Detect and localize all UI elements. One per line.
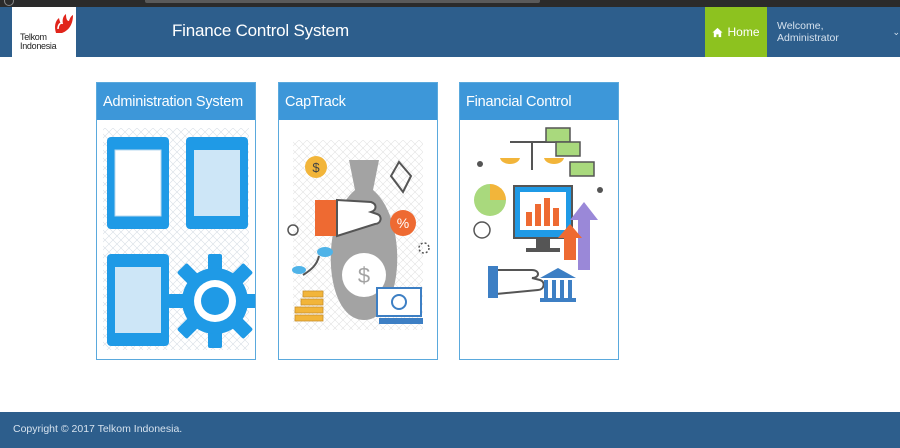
home-icon (712, 27, 724, 37)
svg-text:$: $ (358, 263, 370, 288)
app-title: Finance Control System (172, 21, 350, 40)
chevron-down-icon: ⌄ (892, 26, 900, 37)
svg-text:%: % (397, 215, 409, 231)
card-administration-system[interactable]: Administration System (96, 82, 256, 360)
browser-chrome-strip (0, 0, 900, 7)
browser-address-bar[interactable] (145, 0, 540, 3)
user-menu[interactable]: Welcome, Administrator ⌄ (777, 7, 900, 57)
card-captrack[interactable]: CapTrack $ $ % (278, 82, 438, 360)
admin-tiles-gear-icon (97, 120, 255, 359)
money-bag-hand-icon: $ $ % (279, 120, 437, 359)
browser-button-icon[interactable] (4, 0, 14, 6)
top-navbar: Telkom Indonesia Finance Control System … (0, 7, 900, 57)
card-title: Financial Control (460, 83, 618, 120)
footer-copyright: Copyright © 2017 Telkom Indonesia. (13, 423, 183, 435)
home-button-label: Home (727, 25, 760, 39)
logo-line-2: Indonesia (20, 41, 57, 51)
card-financial-control[interactable]: Financial Control (459, 82, 619, 360)
footer: Copyright © 2017 Telkom Indonesia. (0, 412, 900, 448)
logo-wordmark: Telkom Indonesia (20, 33, 57, 51)
card-title: CapTrack (279, 83, 437, 120)
home-button[interactable]: Home (705, 7, 767, 57)
svg-text:$: $ (312, 160, 320, 175)
telkom-logo[interactable]: Telkom Indonesia (12, 7, 76, 57)
finance-monitor-chart-icon (460, 120, 618, 359)
card-title: Administration System (97, 83, 255, 120)
telkom-hand-logo-icon (55, 14, 73, 33)
user-greeting: Welcome, Administrator (777, 20, 839, 44)
